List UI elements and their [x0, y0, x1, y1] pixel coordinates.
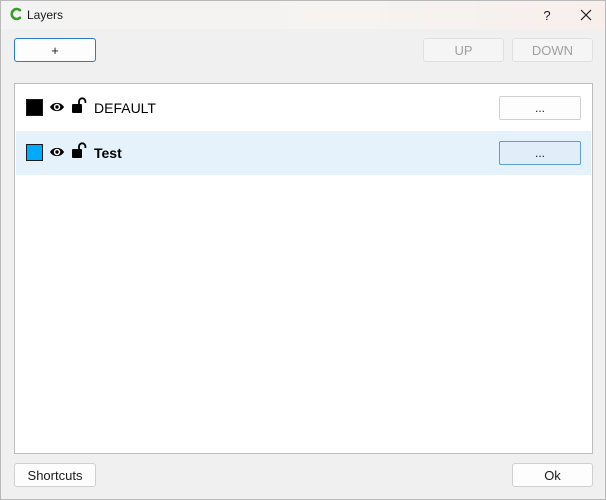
move-up-button[interactable]: UP [423, 38, 504, 62]
layer-color-swatch[interactable] [26, 144, 43, 161]
layer-list: DEFAULT ... Test ... [14, 83, 593, 454]
ok-button[interactable]: Ok [512, 463, 593, 487]
shortcuts-button[interactable]: Shortcuts [14, 463, 96, 487]
window-title: Layers [27, 8, 64, 22]
layer-options-button[interactable]: ... [499, 141, 581, 165]
layers-dialog: Layers ? + UP DOWN DEFAULT ... Test ... … [0, 0, 606, 500]
unlock-icon[interactable] [71, 97, 87, 114]
layer-row-test[interactable]: Test ... [16, 131, 591, 175]
title-bar: Layers ? [1, 1, 605, 29]
eye-icon[interactable] [49, 145, 65, 159]
layer-row-default[interactable]: DEFAULT ... [16, 86, 591, 130]
close-icon [580, 9, 592, 21]
layer-name: DEFAULT [94, 100, 156, 116]
layer-name: Test [94, 145, 122, 161]
unlock-icon[interactable] [71, 142, 87, 159]
layer-options-button[interactable]: ... [499, 96, 581, 120]
app-logo-icon [10, 7, 22, 21]
layer-color-swatch[interactable] [26, 99, 43, 116]
close-button[interactable] [567, 1, 605, 29]
help-button[interactable]: ? [531, 1, 563, 29]
move-down-button[interactable]: DOWN [512, 38, 593, 62]
add-layer-button[interactable]: + [14, 38, 96, 62]
eye-icon[interactable] [49, 100, 65, 114]
